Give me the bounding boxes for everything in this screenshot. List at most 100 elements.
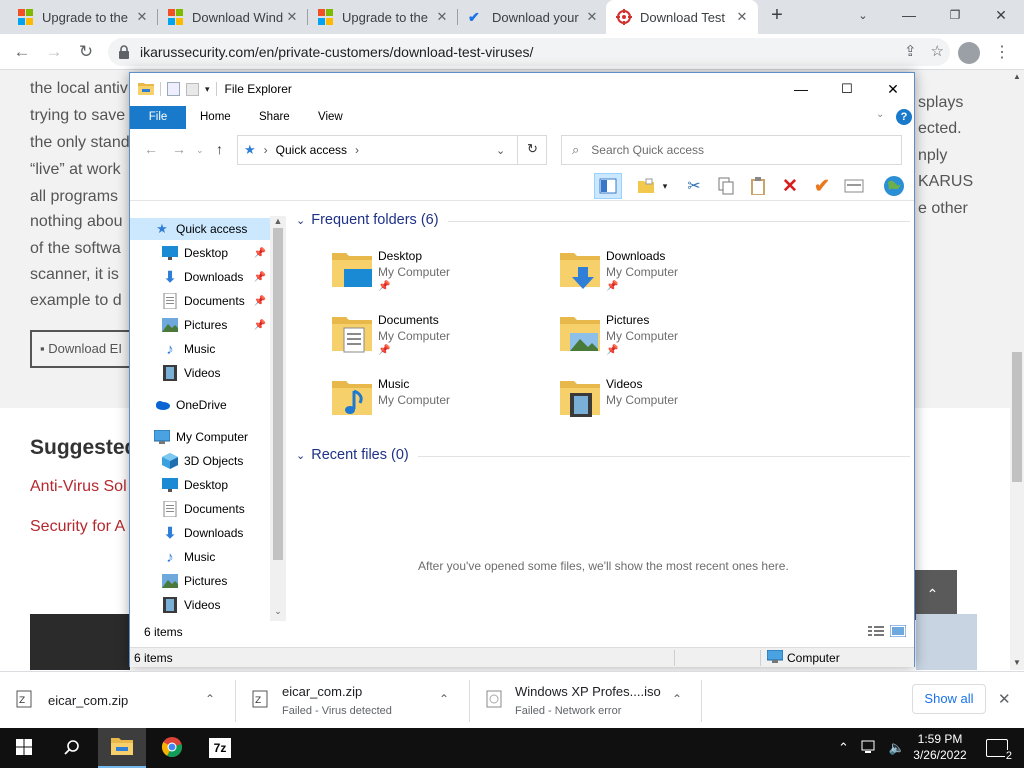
help-icon[interactable]: ? [896, 109, 912, 125]
rename-check-icon[interactable]: ✔ [808, 173, 836, 199]
refresh-button[interactable]: ↻ [517, 135, 547, 165]
share-icon[interactable]: ⇪ [904, 42, 917, 60]
article-thumbnail[interactable] [30, 614, 130, 670]
suggested-link-antivirus[interactable]: Anti-Virus Sol [30, 478, 127, 496]
paste-clipboard-icon[interactable] [744, 173, 772, 199]
nav-pane-scrollbar[interactable]: ▲ ⌄ [270, 216, 286, 621]
download-item[interactable]: Z eicar_com.zip ⌃ [0, 672, 236, 729]
preview-pane-icon[interactable] [594, 173, 622, 199]
breadcrumb-chevron-icon[interactable]: › [355, 143, 359, 157]
tab-download-your[interactable]: ✔ Download your ✕ [458, 0, 608, 34]
show-hidden-icons-chevron-icon[interactable]: ⌃ [838, 740, 849, 756]
copy-icon[interactable] [712, 173, 740, 199]
start-button[interactable] [0, 728, 48, 768]
pin-icon[interactable]: 📌 [254, 296, 266, 307]
menu-kebab-icon[interactable]: ⋮ [994, 42, 1010, 62]
pin-icon[interactable]: 📌 [254, 320, 266, 331]
forward-button[interactable]: → [42, 40, 66, 64]
pin-icon[interactable]: 📌 [254, 272, 266, 283]
article-thumbnail[interactable] [916, 614, 977, 670]
new-folder-icon[interactable] [186, 82, 199, 96]
new-tab-button[interactable]: + [760, 0, 794, 30]
profile-avatar-icon[interactable] [958, 42, 980, 64]
explorer-maximize-button[interactable]: ☐ [824, 73, 870, 105]
recent-locations-chevron-icon[interactable]: ⌄ [196, 145, 204, 156]
properties-card-icon[interactable] [840, 173, 868, 199]
nav-item-pictures[interactable]: Pictures 📌 [130, 314, 270, 336]
nav-item-music[interactable]: ♪ Music [130, 546, 270, 568]
forward-arrow-icon[interactable]: → [172, 141, 186, 157]
back-arrow-icon[interactable]: ← [144, 141, 158, 157]
explorer-title-bar[interactable]: ▾ File Explorer — ☐ ✕ [130, 73, 914, 105]
up-arrow-icon[interactable]: ↑ [216, 141, 223, 157]
nav-item-videos[interactable]: Videos [130, 594, 270, 616]
chevron-up-icon[interactable]: ⌃ [439, 692, 449, 706]
folder-tile-pictures[interactable]: Pictures My Computer 📌 [558, 311, 778, 369]
nav-item-videos[interactable]: Videos [130, 362, 270, 384]
folder-tile-downloads[interactable]: Downloads My Computer 📌 [558, 247, 778, 305]
ribbon-tab-share[interactable]: Share [259, 106, 290, 129]
new-folder-chevron-icon[interactable]: ▾ [658, 173, 672, 199]
system-clock[interactable]: 1:59 PM 3/26/2022 [905, 731, 975, 763]
nav-item-desktop[interactable]: Desktop 📌 [130, 242, 270, 264]
close-icon[interactable]: ✕ [584, 9, 600, 25]
folder-tile-documents[interactable]: Documents My Computer 📌 [330, 311, 550, 369]
explorer-search-input[interactable]: ⌕ Search Quick access [561, 135, 902, 165]
taskbar-search-button[interactable] [48, 728, 96, 768]
taskbar-7zip[interactable]: 7z [196, 728, 244, 768]
bookmark-star-icon[interactable]: ☆ [931, 42, 944, 60]
action-center-button[interactable]: 2 [986, 728, 1013, 768]
explorer-minimize-button[interactable]: — [778, 73, 824, 105]
close-icon[interactable]: ✕ [134, 9, 150, 25]
tab-upgrade-1[interactable]: Upgrade to the ✕ [8, 0, 158, 34]
taskbar-file-explorer[interactable] [98, 728, 146, 768]
minimize-button[interactable]: — [886, 0, 932, 30]
globe-network-icon[interactable] [880, 173, 908, 199]
nav-item-desktop[interactable]: Desktop [130, 474, 270, 496]
breadcrumb-quick-access[interactable]: Quick access [276, 143, 347, 157]
expand-ribbon-chevron-icon[interactable]: ⌄ [876, 109, 884, 120]
nav-item-documents[interactable]: Documents [130, 498, 270, 520]
pin-icon[interactable]: 📌 [254, 248, 266, 259]
nav-item-downloads[interactable]: ⬇ Downloads 📌 [130, 266, 270, 288]
scroll-to-top-button[interactable]: ⌃ [908, 570, 957, 620]
nav-item-downloads[interactable]: ⬇ Downloads [130, 522, 270, 544]
chevron-up-icon[interactable]: ⌃ [672, 692, 682, 706]
tab-download-windows[interactable]: Download Wind ✕ [158, 0, 308, 34]
folder-tile-music[interactable]: Music My Computer [330, 375, 550, 433]
nav-item-documents[interactable]: Documents 📌 [130, 290, 270, 312]
close-shelf-icon[interactable]: ✕ [998, 690, 1011, 708]
close-icon[interactable]: ✕ [284, 9, 300, 25]
network-icon[interactable] [861, 740, 877, 757]
scroll-up-arrow-icon[interactable]: ▲ [270, 216, 286, 226]
suggested-link-security[interactable]: Security for A [30, 518, 125, 536]
taskbar-chrome[interactable] [148, 728, 196, 768]
nav-quick-access[interactable]: ★ Quick access [130, 218, 270, 240]
folder-tile-videos[interactable]: Videos My Computer [558, 375, 778, 433]
address-bar[interactable]: ikarussecurity.com/en/private-customers/… [108, 38, 950, 66]
scrollbar-thumb[interactable] [1012, 352, 1022, 482]
address-dropdown-chevron-icon[interactable]: ⌄ [496, 144, 505, 157]
recent-files-header[interactable]: ⌄ Recent files (0) [296, 447, 409, 463]
delete-x-icon[interactable]: ✕ [776, 173, 804, 199]
reload-button[interactable]: ↻ [74, 40, 98, 64]
scrollbar-thumb[interactable] [273, 228, 283, 560]
explorer-close-button[interactable]: ✕ [870, 73, 916, 105]
ribbon-tab-file[interactable]: File [130, 106, 186, 129]
scroll-up-arrow-icon[interactable]: ▲ [1010, 72, 1024, 81]
nav-item-music[interactable]: ♪ Music [130, 338, 270, 360]
cut-scissors-icon[interactable]: ✂ [680, 173, 708, 199]
new-folder-icon[interactable] [634, 173, 658, 199]
customize-qat-chevron-icon[interactable]: ▾ [205, 84, 210, 95]
ribbon-tab-view[interactable]: View [318, 106, 343, 129]
close-icon[interactable]: ✕ [734, 9, 750, 25]
volume-icon[interactable]: 🔈 [889, 740, 905, 756]
close-window-button[interactable]: ✕ [978, 0, 1024, 30]
tab-upgrade-2[interactable]: Upgrade to the ✕ [308, 0, 458, 34]
show-all-downloads-button[interactable]: Show all [912, 684, 986, 714]
nav-item-3d-objects[interactable]: 3D Objects [130, 450, 270, 472]
nav-my-computer[interactable]: My Computer [130, 426, 270, 448]
tab-search-chevron-icon[interactable]: ⌄ [840, 0, 886, 30]
properties-icon[interactable] [167, 82, 180, 96]
nav-item-pictures[interactable]: Pictures [130, 570, 270, 592]
